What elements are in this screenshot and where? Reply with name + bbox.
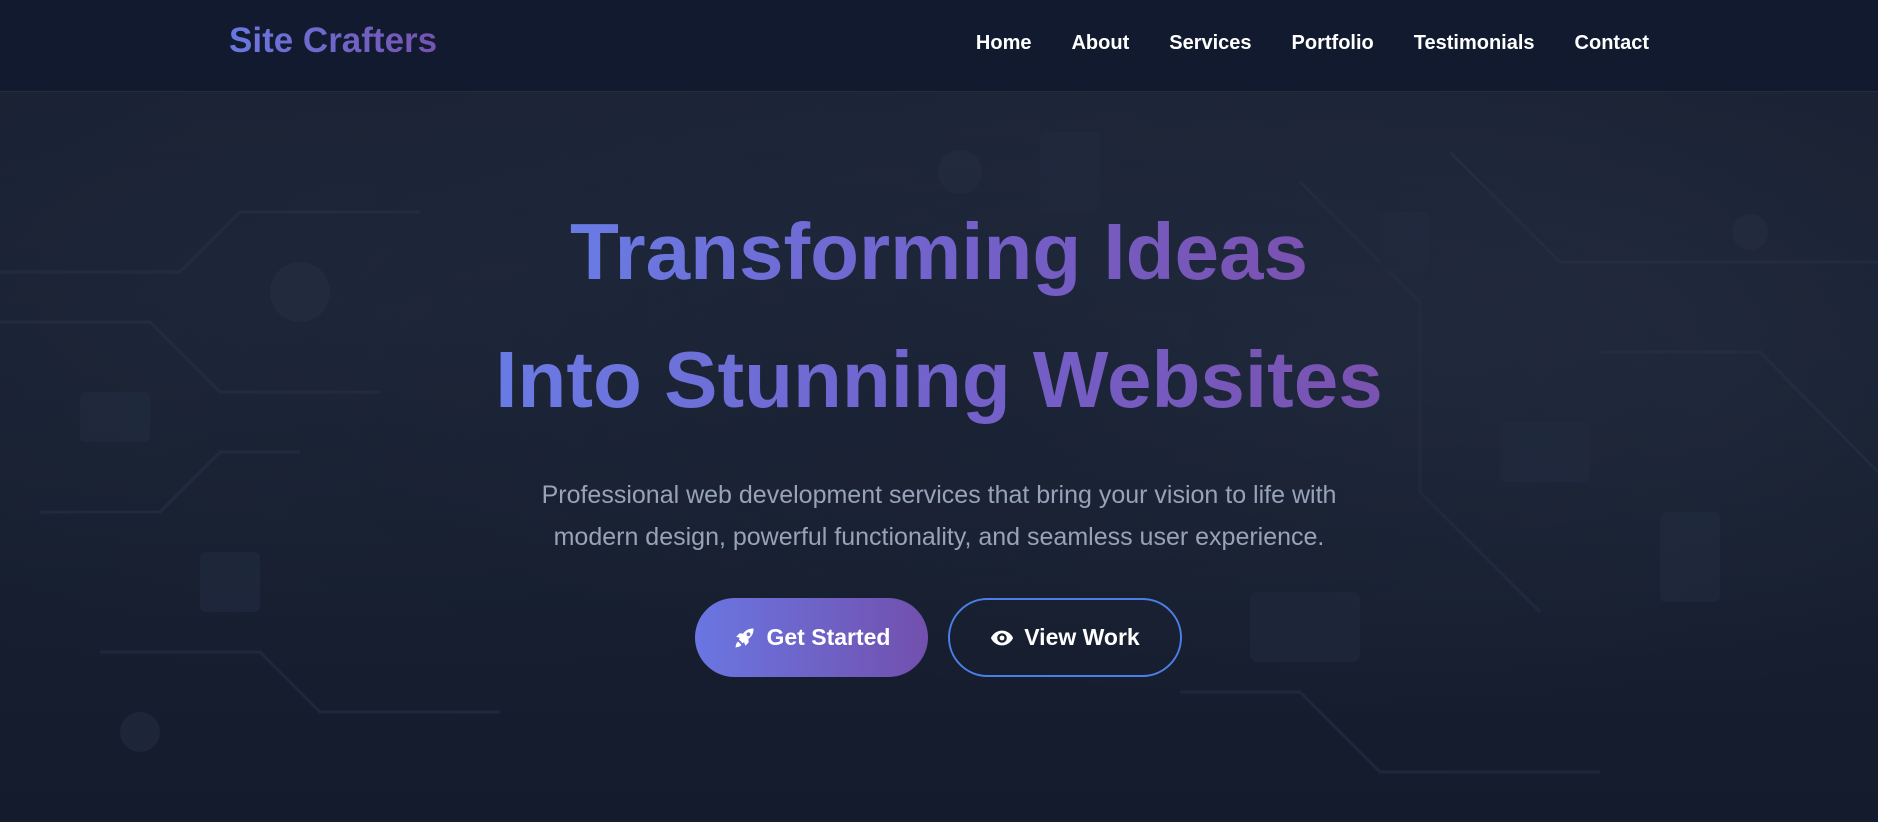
hero-title-line-2-text: Into Stunning Websites bbox=[495, 335, 1383, 424]
navbar: Site Crafters Home About Services Portfo… bbox=[0, 0, 1878, 92]
nav-link-about[interactable]: About bbox=[1071, 32, 1129, 55]
get-started-button[interactable]: Get Started bbox=[695, 598, 928, 677]
nav-link-contact[interactable]: Contact bbox=[1575, 32, 1649, 55]
hero-title-line-1-text: Transforming Ideas bbox=[570, 207, 1308, 296]
hero-title-line-2: Into Stunning Websites bbox=[0, 332, 1878, 428]
brand-logo[interactable]: Site Crafters bbox=[229, 19, 437, 63]
hero-buttons: Get Started View Work bbox=[695, 598, 1182, 677]
view-work-label: View Work bbox=[1024, 624, 1140, 650]
nav-link-services[interactable]: Services bbox=[1169, 32, 1251, 55]
nav-link-testimonials[interactable]: Testimonials bbox=[1414, 32, 1535, 55]
eye-icon bbox=[990, 626, 1014, 650]
nav-link-home[interactable]: Home bbox=[976, 32, 1032, 55]
view-work-button[interactable]: View Work bbox=[948, 598, 1182, 677]
hero-subtitle-line-1: Professional web development services th… bbox=[541, 481, 1337, 509]
hero-section: Transforming Ideas Into Stunning Website… bbox=[0, 92, 1878, 822]
hero-subtitle-line-2: modern design, powerful functionality, a… bbox=[553, 523, 1325, 551]
rocket-icon bbox=[733, 626, 757, 650]
hero-title-line-1: Transforming Ideas bbox=[0, 204, 1878, 300]
nav-links: Home About Services Portfolio Testimonia… bbox=[976, 30, 1649, 56]
nav-link-portfolio[interactable]: Portfolio bbox=[1292, 32, 1374, 55]
get-started-label: Get Started bbox=[766, 624, 891, 650]
hero-subtitle: Professional web development services th… bbox=[0, 474, 1878, 558]
hero-overlay bbox=[0, 92, 1878, 822]
